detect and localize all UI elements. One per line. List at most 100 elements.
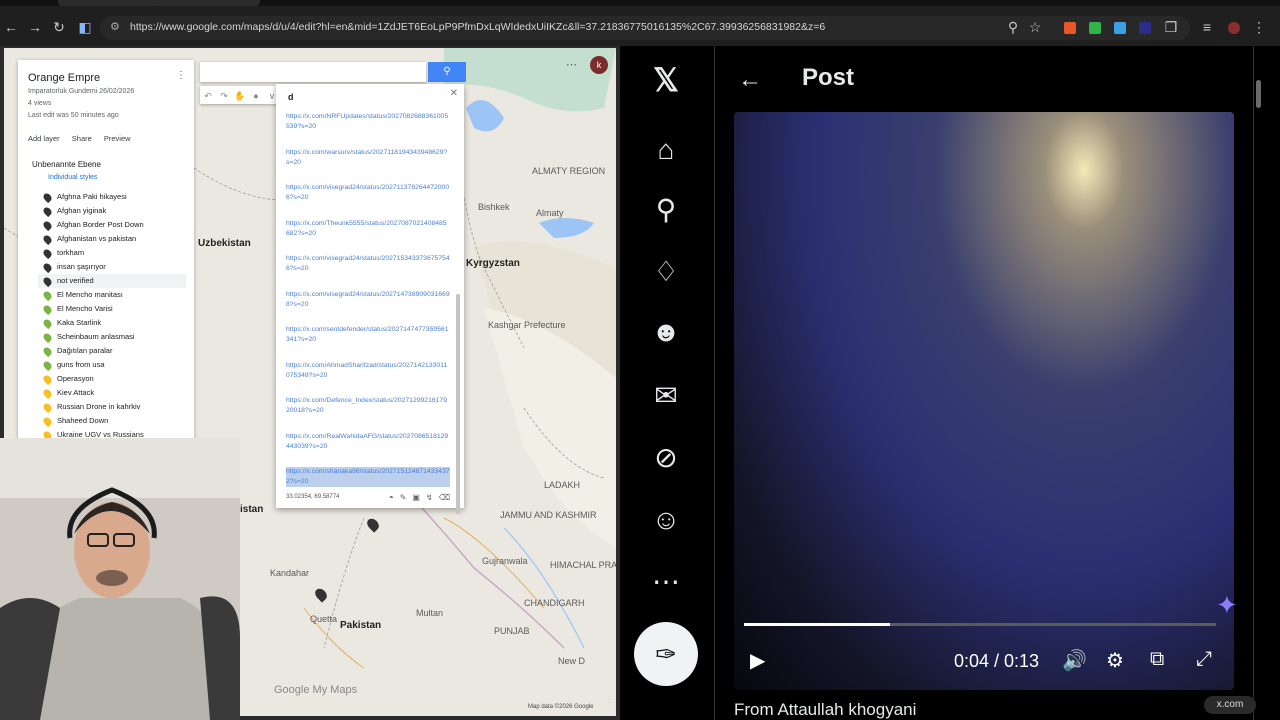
google-my-maps-logo: Google My Maps: [274, 684, 358, 696]
feature-link[interactable]: https://x.com/AhmadSharifzad/status/2027…: [286, 361, 450, 381]
video-player[interactable]: [734, 112, 1234, 690]
grok-icon[interactable]: ⊘: [646, 438, 686, 478]
layer-item[interactable]: Russian Drone in kahrkiv: [41, 400, 140, 414]
reload-icon[interactable]: ↻: [50, 18, 68, 36]
feature-link[interactable]: https://x.com/sentdefender/status/202714…: [286, 325, 450, 345]
place-marker-icon: [41, 359, 54, 371]
extension-icon-green[interactable]: [1089, 22, 1101, 34]
feature-link[interactable]: https://x.com/warsurv/status/20271181943…: [286, 148, 450, 168]
place-marker-icon: [41, 191, 54, 203]
feature-link[interactable]: https://x.com/shanaka86/status/202715124…: [286, 467, 450, 487]
share-button[interactable]: Share: [72, 134, 92, 143]
reading-list-icon[interactable]: ≡: [1198, 18, 1216, 36]
more-icon[interactable]: ⋮: [604, 698, 614, 709]
layer-item[interactable]: Afghan Border Post Down: [41, 218, 144, 232]
marker-icon[interactable]: ●: [248, 87, 264, 105]
map-subtitle[interactable]: Imparatorluk Gundemi 26/02/2026: [28, 88, 134, 95]
layer-name[interactable]: Unbenannte Ebene: [32, 160, 101, 169]
redo-icon[interactable]: ↷: [216, 87, 232, 105]
layer-item[interactable]: Afghna Paki hikayesi: [41, 190, 127, 204]
forward-icon[interactable]: →: [26, 18, 44, 36]
hand-icon[interactable]: ✋: [232, 87, 248, 105]
layer-item[interactable]: not verified: [38, 274, 186, 288]
extension-icon-blue[interactable]: [1114, 22, 1126, 34]
preview-button[interactable]: Preview: [104, 134, 131, 143]
layer-item[interactable]: torkham: [41, 246, 84, 260]
home-icon[interactable]: ⌂: [646, 130, 686, 170]
layer-item[interactable]: Shaheed Down: [41, 414, 108, 428]
infowindow-scrollbar[interactable]: [456, 294, 460, 514]
url-text: https://www.google.com/maps/d/u/4/edit?h…: [130, 21, 826, 33]
map-search-button[interactable]: ⚲: [428, 62, 466, 82]
layer-item[interactable]: insan şaşırıyor: [41, 260, 106, 274]
directions-icon[interactable]: ↯: [426, 493, 439, 502]
layer-item[interactable]: El Mencho manitası: [41, 288, 123, 302]
place-marker-icon: [41, 261, 54, 273]
x-logo-icon[interactable]: 𝕏: [646, 60, 686, 100]
extensions-puzzle-icon[interactable]: ❒: [1162, 18, 1180, 36]
grok-sparkle-icon[interactable]: ✦: [1216, 590, 1238, 621]
bookmark-star-icon[interactable]: ☆: [1026, 18, 1044, 36]
map-title[interactable]: Orange Empre: [28, 72, 100, 84]
add-layer-button[interactable]: Add layer: [28, 134, 60, 143]
feature-link[interactable]: https://x.com/visegrad24/status/20271534…: [286, 254, 450, 274]
account-avatar[interactable]: k: [590, 56, 608, 74]
label-kyrgyzstan: Kyrgyzstan: [466, 258, 520, 269]
close-icon[interactable]: ✕: [450, 88, 458, 99]
site-info-icon[interactable]: ⚙: [110, 20, 120, 33]
tab-x[interactable]: [150, 0, 260, 6]
messages-icon[interactable]: ✉: [646, 376, 686, 416]
search-icon[interactable]: ⚲: [646, 190, 686, 230]
layer-item[interactable]: Afghan yiginak: [41, 204, 106, 218]
place-marker-icon: [41, 233, 54, 245]
more-options-icon[interactable]: ⋯: [646, 562, 686, 602]
zoom-icon[interactable]: ⚲: [1004, 18, 1022, 36]
label-pakistan: Pakistan: [340, 620, 382, 631]
browser-menu-icon[interactable]: ⋮: [1250, 18, 1268, 36]
extension-icon-dark[interactable]: [1139, 22, 1151, 34]
edit-icon[interactable]: ✎: [400, 493, 413, 502]
feature-link[interactable]: https://x.com/RealWahidaAFG/status/20270…: [286, 432, 450, 452]
feature-link[interactable]: https://x.com/Theunk5555/status/20270870…: [286, 219, 450, 239]
play-icon[interactable]: ▶: [750, 648, 765, 673]
extension-icon-fox[interactable]: [1064, 22, 1076, 34]
follow-icon[interactable]: ☻: [646, 312, 686, 352]
layer-item[interactable]: Kaka Starlink: [41, 316, 101, 330]
label-istan: istan: [240, 504, 264, 515]
profile-icon[interactable]: ☺: [646, 500, 686, 540]
back-arrow-icon[interactable]: ←: [738, 66, 762, 94]
camera-icon[interactable]: ▣: [412, 493, 426, 502]
volume-icon[interactable]: 🔊: [1062, 648, 1087, 673]
feature-link[interactable]: https://x.com/Defence_Index/status/20271…: [286, 396, 450, 416]
picture-in-picture-icon[interactable]: ⧉: [1150, 648, 1164, 671]
layer-item-label: not verified: [57, 276, 94, 285]
feature-title[interactable]: d: [288, 92, 294, 102]
layer-item[interactable]: Kiev Attack: [41, 386, 94, 400]
notifications-icon[interactable]: ♢: [646, 252, 686, 292]
map-search-input[interactable]: [200, 62, 426, 82]
layer-style[interactable]: Individual styles: [48, 174, 97, 181]
apps-grid-icon[interactable]: ⋯: [566, 58, 577, 71]
layer-item[interactable]: El Mencho Varisi: [41, 302, 113, 316]
settings-gear-icon[interactable]: ⚙: [1106, 648, 1124, 673]
video-progress-bar[interactable]: [744, 623, 1216, 626]
page-scrollbar[interactable]: [1256, 80, 1261, 108]
layer-item[interactable]: Operasyon: [41, 372, 94, 386]
paint-icon[interactable]: ◓: [389, 493, 400, 502]
feature-link[interactable]: https://x.com/visegrad24/status/20271473…: [286, 290, 450, 310]
layer-item[interactable]: Scheinbaum anlasmasi: [41, 330, 135, 344]
feature-link[interactable]: https://x.com/visegrad24/status/20271137…: [286, 183, 450, 203]
compose-post-button[interactable]: ✑: [634, 622, 698, 686]
profile-avatar[interactable]: [1228, 22, 1240, 34]
layer-item[interactable]: guns from usa: [41, 358, 105, 372]
layer-item[interactable]: Dağıtılan paralar: [41, 344, 112, 358]
map-options-icon[interactable]: ⋮: [176, 70, 186, 81]
layer-item[interactable]: Afghanistan vs pakistan: [41, 232, 136, 246]
sidepanel-icon[interactable]: ◧: [76, 18, 94, 36]
feature-tools: ◓✎▣↯⌫: [389, 493, 456, 502]
delete-icon[interactable]: ⌫: [439, 493, 456, 502]
undo-icon[interactable]: ↶: [200, 87, 216, 105]
fullscreen-icon[interactable]: ⤢: [1196, 648, 1212, 671]
feature-link[interactable]: https://x.com/NRFUpdates/status/20270826…: [286, 112, 450, 132]
back-icon[interactable]: ←: [2, 18, 20, 36]
